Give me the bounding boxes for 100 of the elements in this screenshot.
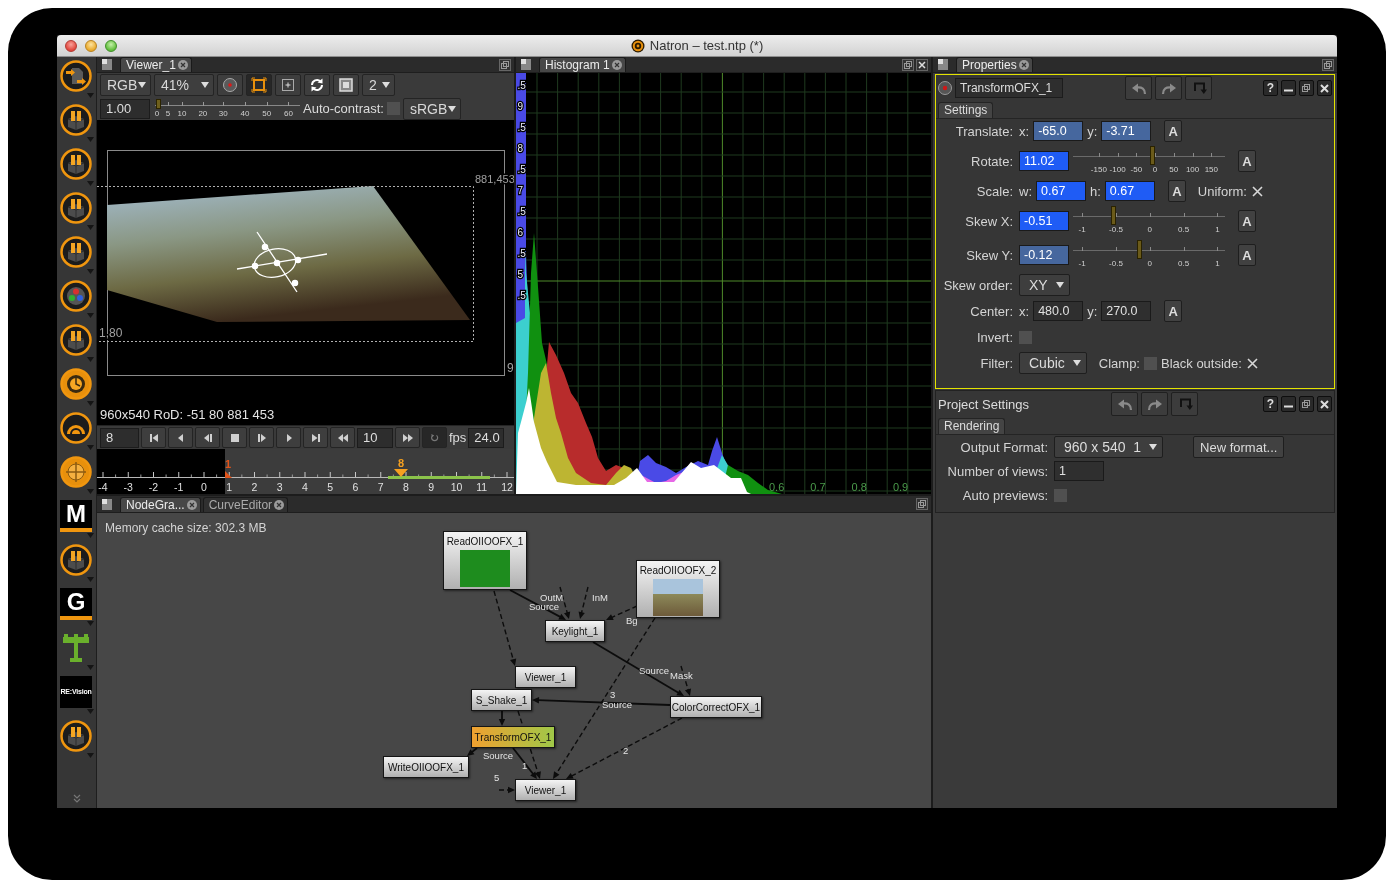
dial-icon[interactable] <box>60 368 92 400</box>
plugin-box-icon[interactable] <box>60 236 92 268</box>
transform-gizmo[interactable] <box>236 231 328 293</box>
float-window-icon[interactable] <box>916 498 928 510</box>
graph-node[interactable]: WriteOIIOOFX_1 <box>383 756 469 778</box>
fps-field[interactable]: 24.0 <box>468 427 505 448</box>
plugin-box-icon[interactable] <box>60 192 92 224</box>
skip-to-end-button[interactable] <box>303 427 328 448</box>
zoom-dropdown[interactable]: 41% <box>154 74 214 96</box>
plugin-box-icon[interactable] <box>60 104 92 136</box>
graph-node[interactable]: S_Shake_1 <box>471 689 532 711</box>
pane-tab[interactable]: Histogram 1 <box>539 57 626 72</box>
plugin-logo-button[interactable]: M <box>60 500 92 532</box>
frame-field[interactable]: 8 <box>100 427 139 448</box>
undo-button[interactable] <box>1111 392 1138 416</box>
animation-button[interactable]: A <box>1164 120 1183 142</box>
checkbox[interactable] <box>1245 356 1259 370</box>
node-color-icon[interactable] <box>938 81 952 95</box>
slider-thumb[interactable] <box>1137 240 1143 259</box>
checkbox[interactable] <box>1250 184 1264 198</box>
play-backward-button[interactable] <box>195 427 220 448</box>
minimize-panel-button[interactable] <box>1281 396 1296 412</box>
connection-arrow[interactable] <box>509 589 566 620</box>
value-field[interactable]: -0.12 <box>1019 245 1069 265</box>
value-field[interactable]: -0.51 <box>1019 211 1069 231</box>
close-icon[interactable] <box>177 60 188 70</box>
close-button[interactable] <box>65 39 77 52</box>
node-name-field[interactable]: TransformOFX_1 <box>955 78 1063 98</box>
slider-thumb[interactable] <box>1111 206 1117 225</box>
float-window-icon[interactable] <box>902 58 914 71</box>
redo-button[interactable] <box>1155 76 1182 100</box>
close-icon[interactable] <box>186 500 197 510</box>
view-dropdown[interactable]: 2 <box>362 74 395 96</box>
close-icon[interactable] <box>611 60 622 70</box>
step-back-button[interactable] <box>168 427 193 448</box>
close-icon[interactable] <box>916 58 928 71</box>
clip-button[interactable] <box>217 74 243 96</box>
float-window-icon[interactable] <box>1322 58 1334 71</box>
redo-button[interactable] <box>1141 392 1168 416</box>
checkbox[interactable] <box>1019 330 1032 344</box>
pane-tab[interactable]: NodeGra... <box>120 497 201 512</box>
graph-node[interactable]: Viewer_1 <box>515 666 576 688</box>
region-button[interactable] <box>246 74 272 96</box>
float-window-icon[interactable] <box>499 58 511 71</box>
value-field[interactable]: 1 <box>1054 461 1104 481</box>
animation-button[interactable]: A <box>1238 150 1256 172</box>
animation-button[interactable]: A <box>1167 180 1186 202</box>
value-field[interactable]: 270.0 <box>1101 301 1152 321</box>
plugin-box-icon[interactable] <box>60 720 92 752</box>
panel-tab[interactable]: Settings <box>938 102 994 118</box>
stand-icon[interactable] <box>60 632 92 664</box>
slider-thumb[interactable] <box>156 98 162 109</box>
animation-button[interactable]: A <box>1238 210 1256 232</box>
help-button[interactable]: ? <box>1263 80 1278 96</box>
checkbox[interactable] <box>1144 356 1157 370</box>
gain-field[interactable]: 1.00 <box>100 98 150 119</box>
rewind-button[interactable] <box>330 427 355 448</box>
close-icon[interactable] <box>274 500 285 510</box>
pane-tab[interactable]: Viewer_1 <box>120 57 192 72</box>
center-button[interactable] <box>275 74 301 96</box>
float-panel-button[interactable] <box>1299 80 1314 96</box>
graph-node[interactable]: Viewer_1 <box>515 779 576 801</box>
choice-dropdown[interactable]: Cubic <box>1019 352 1087 374</box>
plugin-logo-button[interactable]: G <box>60 588 92 620</box>
crosshair-icon[interactable] <box>60 456 92 488</box>
pane-menu-icon[interactable] <box>102 498 112 510</box>
double-chevron-icon[interactable] <box>73 794 81 804</box>
value-field[interactable]: 0.67 <box>1104 181 1155 201</box>
graph-node[interactable]: ReadOIIOOFX_1 <box>443 531 527 590</box>
panel-tab[interactable]: Rendering <box>938 418 1006 434</box>
stop-button[interactable] <box>222 427 247 448</box>
fast-forward-button[interactable] <box>395 427 420 448</box>
value-field[interactable]: 11.02 <box>1019 151 1069 171</box>
increment-field[interactable]: 10 <box>357 427 393 448</box>
close-panel-button[interactable] <box>1317 396 1332 412</box>
animation-button[interactable]: A <box>1238 244 1256 266</box>
colorspace-dropdown[interactable]: sRGB <box>402 97 461 120</box>
overlay-button[interactable] <box>333 74 359 96</box>
graph-node[interactable]: ColorCorrectOFX_1 <box>670 696 762 718</box>
choice-dropdown[interactable]: 960 x 540 1 <box>1054 436 1164 458</box>
zoom-button[interactable] <box>105 39 117 52</box>
slider-thumb[interactable] <box>1150 146 1156 165</box>
graph-node[interactable]: ReadOIIOOFX_2 <box>636 560 720 618</box>
refresh-button[interactable] <box>304 74 330 96</box>
pane-tab[interactable]: Properties <box>956 57 1033 72</box>
animation-button[interactable]: A <box>1164 300 1183 322</box>
value-field[interactable]: -65.0 <box>1033 121 1084 141</box>
skip-to-start-button[interactable] <box>141 427 166 448</box>
step-forward-button[interactable] <box>276 427 301 448</box>
file-arrows-icon[interactable] <box>60 60 92 92</box>
pane-tab[interactable]: CurveEditor <box>202 497 289 512</box>
play-button[interactable] <box>249 427 274 448</box>
timeline-bar[interactable]: -4 -3 -2 -1 0 1 2 3 4 5 6 7 8 9 10 11 12 1 8 <box>97 449 514 494</box>
minimize-panel-button[interactable] <box>1281 80 1296 96</box>
graph-node[interactable]: TransformOFX_1 <box>471 726 555 748</box>
close-icon[interactable] <box>1018 60 1029 70</box>
graph-node[interactable]: Keylight_1 <box>545 620 605 642</box>
channels-dropdown[interactable]: RGB <box>100 74 151 96</box>
choice-dropdown[interactable]: XY <box>1019 274 1070 296</box>
value-field[interactable]: 480.0 <box>1033 301 1084 321</box>
